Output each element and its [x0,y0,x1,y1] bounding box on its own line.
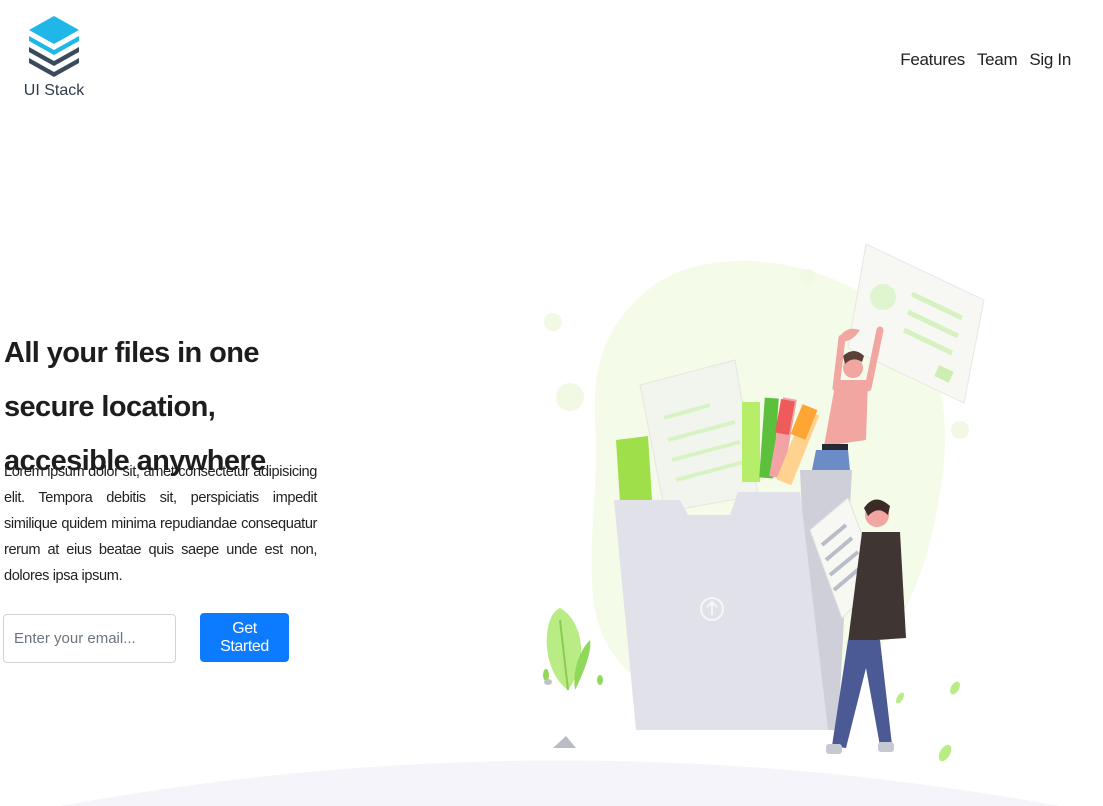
ground-arc [60,760,1060,806]
bubble-decoration [556,383,584,411]
hero-illustration [60,243,1060,806]
bubble-decoration [951,421,969,439]
folder-graphic [614,470,852,730]
bubble-decoration [800,269,816,285]
bubble-decoration [544,313,562,331]
